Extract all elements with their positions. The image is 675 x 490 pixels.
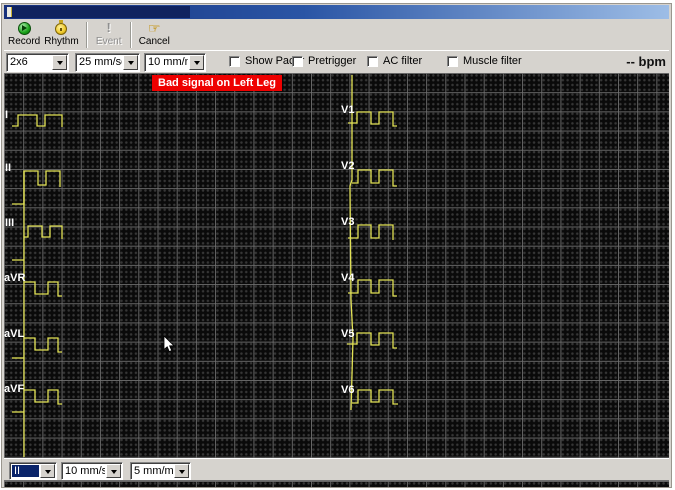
pretrigger-checkbox[interactable]: Pretrigger [292, 55, 356, 67]
trace-lead-II [12, 171, 60, 204]
trace-lead-V5 [347, 333, 397, 348]
trace-lead-aVR [24, 282, 62, 296]
lead-label-I: I [5, 110, 8, 121]
pointing-hand-icon: ☞ [147, 21, 161, 35]
lead-label-V5: V5 [341, 329, 354, 340]
rhythm-button[interactable]: Rhythm [42, 21, 80, 49]
rhythm-button-label: Rhythm [44, 36, 78, 47]
dropdown-arrow-icon[interactable] [40, 464, 55, 478]
record-button-label: Record [8, 36, 40, 47]
trace-lead-I [12, 115, 62, 127]
checkbox-box[interactable] [367, 56, 378, 67]
sweep-speed-value: 25 mm/sec [79, 56, 122, 69]
checkbox-box[interactable] [229, 56, 240, 67]
lead-label-III: III [5, 218, 14, 229]
options-bar: 2x6 25 mm/sec 10 mm/mV Show Pacer Pretri… [4, 50, 669, 73]
exclamation-icon: ! [102, 21, 116, 35]
dropdown-arrow-icon[interactable] [123, 55, 138, 70]
titlebar[interactable] [4, 5, 669, 19]
rhythm-lead-select[interactable]: II [9, 462, 57, 480]
ecg-display: IIIIIIaVRaVLaVFV1V2V3V4V5V6 Bad signal o… [4, 73, 669, 458]
pretrigger-label: Pretrigger [308, 55, 356, 67]
ac-filter-label: AC filter [383, 55, 422, 67]
muscle-filter-label: Muscle filter [463, 55, 522, 67]
toolbar-separator [130, 22, 132, 48]
mouse-cursor [163, 336, 175, 354]
lead-label-V1: V1 [341, 105, 354, 116]
layout-select[interactable]: 2x6 [6, 53, 69, 72]
lead-label-V6: V6 [341, 385, 354, 396]
ac-filter-checkbox[interactable]: AC filter [367, 55, 422, 67]
lead-label-aVR: aVR [4, 273, 25, 284]
checkbox-box[interactable] [447, 56, 458, 67]
record-button[interactable]: Record [6, 21, 42, 49]
ecg-traces [4, 73, 669, 458]
cancel-button[interactable]: ☞ Cancel [137, 21, 172, 49]
event-button-label: Event [96, 36, 122, 47]
rhythm-gain-select[interactable]: 5 mm/mV [130, 462, 191, 480]
heart-rate-display: -- bpm [626, 54, 666, 69]
dropdown-arrow-icon[interactable] [52, 55, 67, 70]
trace-lead-V2 [352, 170, 397, 186]
lead-label-V4: V4 [341, 273, 354, 284]
toolbar-separator [86, 22, 88, 48]
trace-lead-V1 [348, 112, 397, 126]
lead-label-II: II [5, 163, 11, 174]
stopwatch-icon [55, 23, 67, 35]
trace-lead-aVL [24, 338, 62, 352]
rhythm-speed-select[interactable]: 10 mm/sec [61, 462, 123, 480]
signal-warning-banner: Bad signal on Left Leg [152, 75, 282, 91]
checkbox-box[interactable] [292, 56, 303, 67]
lead-label-aVF: aVF [4, 384, 24, 395]
layout-select-value: 2x6 [10, 56, 51, 69]
toolbar: Record Rhythm ! Event ☞ Cancel [4, 19, 669, 50]
cancel-button-label: Cancel [139, 36, 170, 47]
app-icon [7, 7, 12, 17]
rhythm-strip-bar: II 10 mm/sec 5 mm/mV [4, 458, 669, 481]
trace-lead-V6 [352, 390, 398, 404]
lead-label-V3: V3 [341, 217, 354, 228]
dropdown-arrow-icon[interactable] [174, 464, 189, 478]
gain-select-value: 10 mm/mV [148, 56, 188, 69]
window-title [10, 6, 190, 18]
event-button[interactable]: ! Event [93, 21, 125, 49]
dropdown-arrow-icon[interactable] [106, 464, 121, 478]
rhythm-speed-value: 10 mm/sec [65, 465, 105, 477]
trace-lead-III [24, 226, 62, 239]
bottom-grid-strip [4, 481, 669, 487]
rhythm-gain-value: 5 mm/mV [134, 465, 173, 477]
lead-label-aVL: aVL [4, 329, 24, 340]
record-icon [18, 22, 31, 35]
app-window: Record Rhythm ! Event ☞ Cancel 2x6 25 mm… [1, 3, 672, 488]
trace-lead-aVF [24, 390, 62, 404]
trace-chest-rail [350, 75, 353, 410]
muscle-filter-checkbox[interactable]: Muscle filter [447, 55, 522, 67]
lead-label-V2: V2 [341, 161, 354, 172]
trace-lead-V4 [348, 280, 397, 296]
dropdown-arrow-icon[interactable] [189, 55, 204, 70]
rhythm-lead-value: II [12, 465, 39, 477]
gain-select[interactable]: 10 mm/mV [144, 53, 206, 72]
trace-lead-V3 [348, 225, 393, 240]
sweep-speed-select[interactable]: 25 mm/sec [75, 53, 140, 72]
